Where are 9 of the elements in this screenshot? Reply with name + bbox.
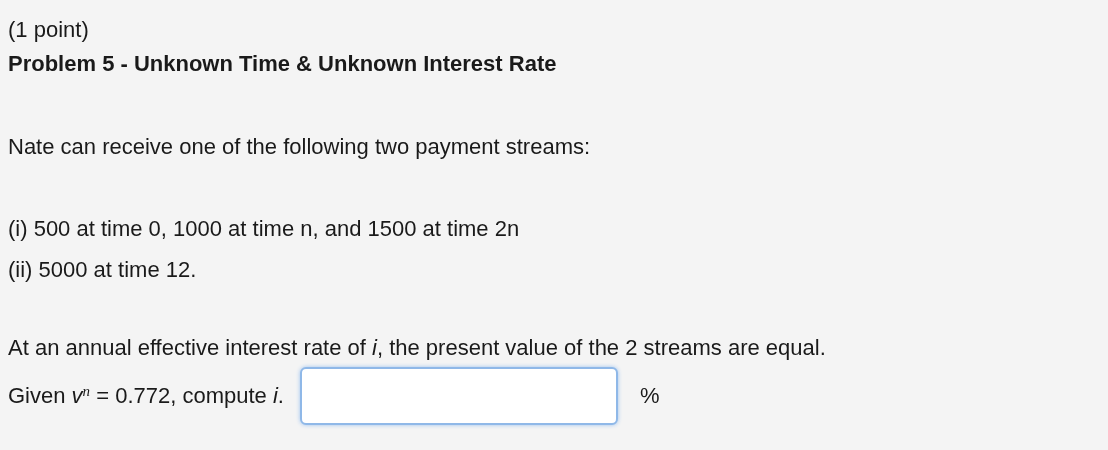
payment-stream: (i) 500 at time 0, 1000 at time n, and 1500 at time 2n — [8, 216, 521, 243]
problem-title: Problem 5 - Unknown Time & Unknown Interest Rate — [8, 51, 558, 78]
problem-statement: At an annual effective interest rate of i, the present value of the 2 streams are equal. — [8, 334, 827, 362]
points-label: (1 point) — [8, 17, 90, 44]
payment-stream: (ii) 5000 at time 12. — [8, 256, 198, 283]
answer-field[interactable] — [299, 367, 618, 426]
intro-text: Nate can receive one of the following two payment streams: — [8, 133, 592, 161]
unit-label: % — [639, 383, 660, 410]
question-text: Given v$^{n}$ = 0.772, compute i. — [7, 383, 284, 410]
